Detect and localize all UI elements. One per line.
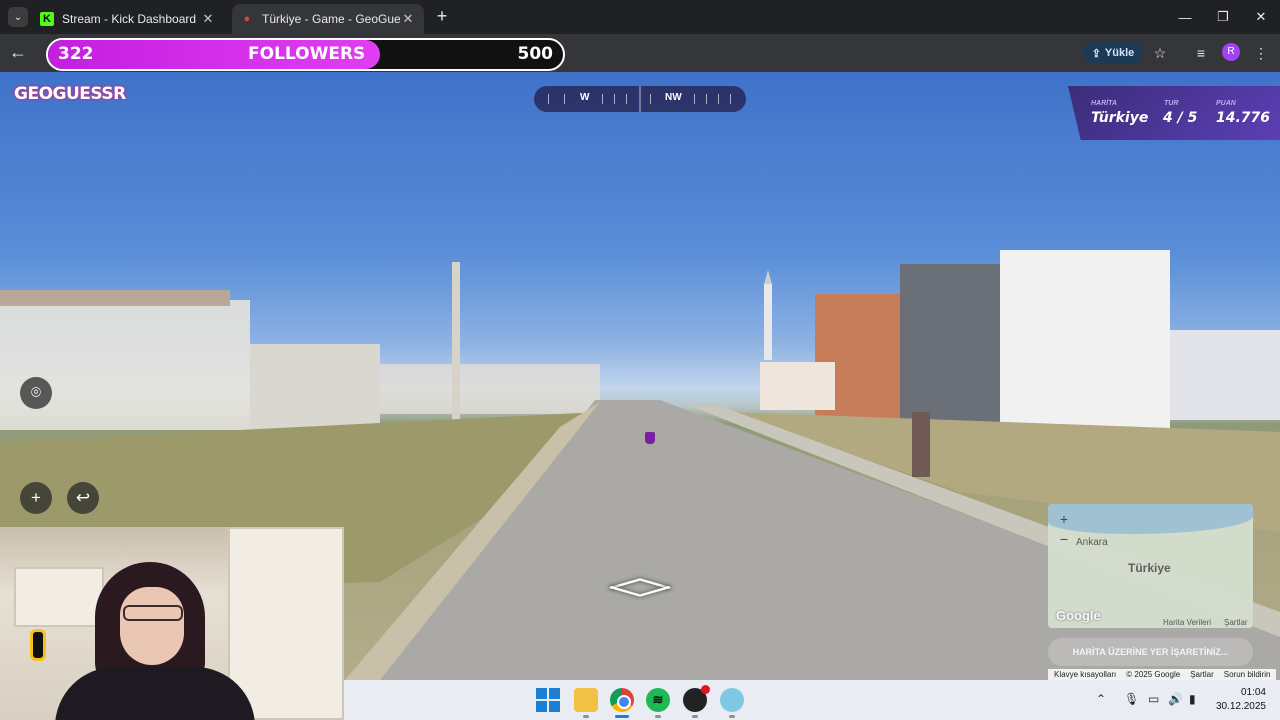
windows-taskbar: ≋ ⌃ 🎙 ▭ 🔊 ▮ 01:04 30.12.2025 (344, 680, 1280, 720)
follower-goal: 500 (517, 44, 554, 64)
maximize-button[interactable]: ❐ (1204, 0, 1242, 34)
follower-goal-bar: 322 FOLLOWERS 500 (46, 38, 565, 71)
running-indicator (692, 715, 698, 718)
wall-shelf (14, 567, 104, 627)
streamer-face (120, 587, 184, 665)
media-control-icon[interactable]: ≡ (1190, 42, 1212, 64)
game-status-panel: HARİTA Türkiye TUR 4 / 5 PUAN 14.776 (1068, 86, 1280, 140)
undo-move-button[interactable]: ↩ (67, 482, 99, 514)
tab-title: Türkiye - Game - GeoGuessr (262, 12, 400, 26)
browser-tabstrip: ⌄ K Stream - Kick Dashboard ✕ ● Türkiye … (0, 0, 1280, 34)
compass-tick (564, 94, 565, 104)
volume-icon[interactable]: 🔊 (1168, 692, 1183, 706)
bookmark-star-icon[interactable]: ☆ (1149, 42, 1171, 64)
glasses (123, 605, 183, 621)
new-tab-button[interactable]: + (432, 6, 452, 26)
map-attribution: Klavye kısayolları © 2025 Google Şartlar… (1048, 669, 1277, 680)
compass-tick (650, 94, 651, 104)
mouse-cursor-icon (645, 432, 655, 444)
move-backward-arrow-icon[interactable]: ﹀ (565, 587, 715, 617)
notification-dot (701, 685, 710, 694)
clock-date: 30.12.2025 (1215, 701, 1266, 712)
geoguessr-logo: GEOGUESSR (14, 84, 126, 104)
compass-direction-nw: NW (665, 92, 682, 103)
follower-count: 322 (58, 44, 94, 64)
minimap-city-label: Ankara (1076, 537, 1108, 548)
report-problem-link[interactable]: Sorun bildirin (1224, 670, 1271, 679)
compass-tick (718, 94, 719, 104)
spotify-icon[interactable]: ≋ (646, 688, 670, 712)
menu-dots-icon[interactable]: ⋮ (1250, 42, 1272, 64)
upload-label: Yükle (1104, 47, 1135, 59)
score-label: PUAN (1216, 100, 1236, 107)
google-logo: Google (1056, 608, 1101, 623)
running-indicator (655, 715, 661, 718)
minimize-button[interactable]: — (1166, 0, 1204, 34)
windows-start-icon[interactable] (536, 688, 560, 712)
compass-tick (548, 94, 549, 104)
bookshelf (228, 527, 344, 720)
round-label: TUR (1164, 100, 1179, 107)
logo-text: GEOGUESSR (14, 84, 126, 104)
obs-icon[interactable] (683, 685, 710, 712)
compass-tick (602, 94, 603, 104)
streamer-body (55, 667, 255, 720)
compass-tick (706, 94, 707, 104)
microphone-icon[interactable]: 🎙 (1124, 692, 1139, 706)
place-marker-button[interactable]: HARİTA ÜZERİNE YER İŞARETİNİZ... (1048, 638, 1253, 666)
file-explorer-icon[interactable] (574, 688, 598, 712)
running-indicator (729, 715, 735, 718)
upload-icon: ⇪ (1091, 47, 1101, 60)
geoguessr-pin-icon: ● (243, 13, 251, 25)
minimap-map-data: Harita Verileri (1163, 618, 1212, 627)
compass-tick (626, 94, 627, 104)
map-value: Türkiye (1091, 110, 1149, 126)
profile-avatar[interactable]: R (1222, 43, 1240, 61)
battery-icon[interactable]: ▮ (1189, 692, 1196, 706)
kick-icon: K (40, 12, 54, 26)
score-value: 14.776 (1216, 110, 1271, 126)
keyboard-shortcuts-link[interactable]: Klavye kısayolları (1054, 670, 1116, 679)
minimap-sea (1048, 504, 1253, 534)
network-icon[interactable]: ▭ (1148, 692, 1159, 706)
chrome-icon[interactable] (610, 688, 634, 712)
round-value: 4 / 5 (1163, 110, 1198, 126)
compass-tick (694, 94, 695, 104)
tab-search-icon[interactable]: ⌄ (8, 7, 28, 27)
active-indicator (615, 715, 629, 718)
compass-direction-w: W (580, 92, 590, 103)
move-arrows: ︿ ﹀ (606, 563, 674, 617)
map-label: HARİTA (1091, 100, 1117, 107)
system-clock[interactable]: 01:04 30.12.2025 (1214, 686, 1266, 714)
compass-center-line (639, 86, 641, 112)
terms-link[interactable]: Şartlar (1190, 670, 1214, 679)
back-button[interactable]: ← (6, 41, 30, 65)
zoom-in-button[interactable]: + (20, 482, 52, 514)
webcam-overlay (0, 527, 344, 720)
tab-close-icon[interactable]: ✕ (400, 11, 416, 27)
compass: W NW (534, 86, 746, 112)
follower-label: FOLLOWERS (248, 44, 366, 64)
clock-time: 01:04 (1240, 687, 1266, 698)
tab-title: Stream - Kick Dashboard (62, 12, 197, 26)
minimap-country-label: Türkiye (1128, 561, 1171, 575)
tab-kick-dashboard[interactable]: K Stream - Kick Dashboard ✕ (32, 4, 224, 34)
return-to-start-icon[interactable]: ⌾ (20, 377, 52, 409)
minimap-zoom-out-button[interactable]: − (1057, 532, 1071, 546)
compass-tick (730, 94, 731, 104)
upload-button[interactable]: ⇪ Yükle (1083, 42, 1143, 64)
minimap-zoom-in-button[interactable]: + (1057, 512, 1071, 526)
tray-chevron-icon[interactable]: ⌃ (1096, 692, 1106, 706)
tab-close-icon[interactable]: ✕ (200, 11, 216, 27)
running-indicator (583, 715, 589, 718)
close-window-button[interactable]: ✕ (1242, 0, 1280, 34)
minimap-terms[interactable]: Şartlar (1224, 618, 1248, 627)
guess-minimap[interactable]: + − Ankara Türkiye Google Harita Veriler… (1048, 504, 1253, 628)
compass-tick (614, 94, 615, 104)
tab-geoguessr[interactable]: ● Türkiye - Game - GeoGuessr ✕ (232, 4, 424, 34)
microphone (30, 629, 46, 661)
browser-toolbar: ← 322 FOLLOWERS 500 ⇪ Yükle ☆ ≡ R ⋮ (0, 34, 1280, 72)
copyright-text: © 2025 Google (1126, 670, 1181, 679)
app-icon[interactable] (720, 688, 744, 712)
